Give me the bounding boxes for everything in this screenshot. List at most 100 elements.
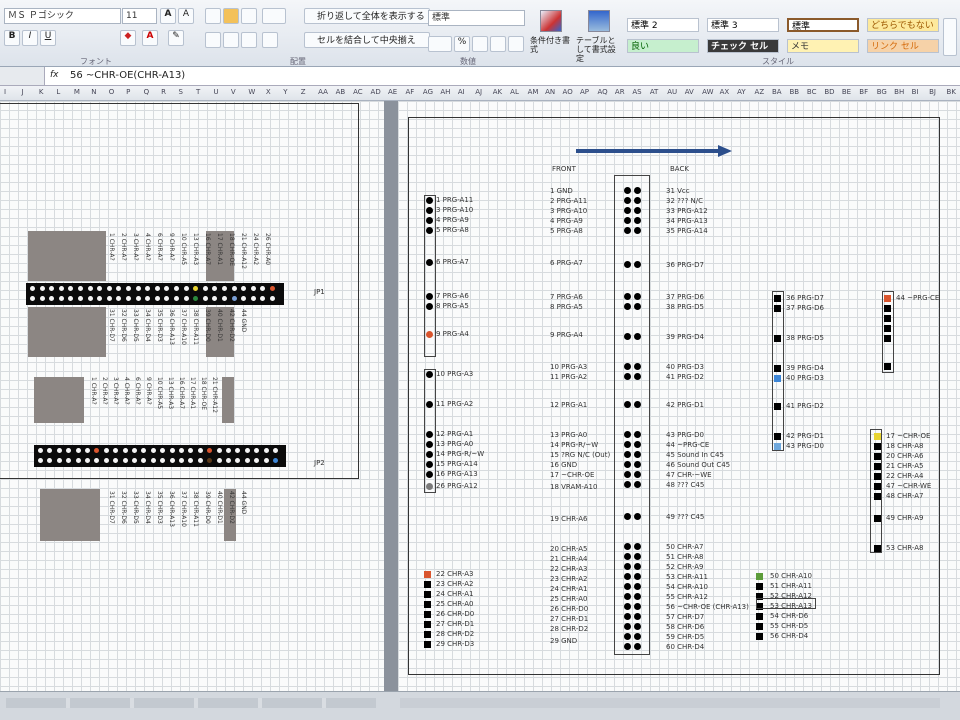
column-header[interactable]: O xyxy=(109,88,115,96)
column-header[interactable]: BH xyxy=(894,88,904,96)
styles-more-icon[interactable] xyxy=(943,18,957,56)
format-painter-icon[interactable]: ✎ xyxy=(168,30,184,46)
column-header[interactable]: K xyxy=(39,88,44,96)
column-header[interactable]: BK xyxy=(947,88,956,96)
name-box[interactable] xyxy=(0,67,45,85)
column-header[interactable]: AN xyxy=(545,88,555,96)
decrease-decimal-icon[interactable] xyxy=(508,36,524,52)
font-name-combo[interactable]: ＭＳ Ｐゴシック xyxy=(4,8,121,24)
align-center-icon[interactable] xyxy=(223,32,239,48)
column-header[interactable]: AC xyxy=(353,88,363,96)
column-header[interactable]: V xyxy=(231,88,236,96)
column-header[interactable]: BC xyxy=(807,88,817,96)
column-header[interactable]: AR xyxy=(615,88,625,96)
column-header[interactable]: BJ xyxy=(929,88,936,96)
column-header[interactable]: Q xyxy=(144,88,150,96)
column-header[interactable]: Z xyxy=(301,88,306,96)
underline-icon[interactable]: U xyxy=(40,30,56,46)
style-neutral[interactable]: どちらでもない xyxy=(867,18,939,32)
column-header[interactable]: P xyxy=(126,88,130,96)
style-normal3[interactable]: 標準 3 xyxy=(707,18,779,32)
align-left-icon[interactable] xyxy=(205,32,221,48)
style-normal2[interactable]: 標準 2 xyxy=(627,18,699,32)
column-header[interactable]: AF xyxy=(405,88,414,96)
column-header[interactable]: AM xyxy=(528,88,539,96)
column-header[interactable]: BI xyxy=(912,88,919,96)
indent-icon[interactable] xyxy=(262,32,278,48)
fill-color-icon[interactable]: ◆ xyxy=(120,30,136,46)
column-header[interactable]: AK xyxy=(493,88,502,96)
cond-format-label[interactable]: 条件付き書式 xyxy=(530,36,574,54)
column-header[interactable]: BA xyxy=(772,88,782,96)
orientation-icon[interactable] xyxy=(262,8,286,24)
column-header[interactable]: M xyxy=(74,88,80,96)
column-header[interactable]: AZ xyxy=(755,88,765,96)
percent-icon[interactable]: % xyxy=(454,36,470,52)
column-header[interactable]: AB xyxy=(336,88,346,96)
number-format-combo[interactable]: 標準 xyxy=(428,10,525,26)
currency-icon[interactable] xyxy=(428,36,452,52)
column-header[interactable]: AS xyxy=(632,88,641,96)
column-header[interactable]: X xyxy=(266,88,271,96)
wrap-text-button[interactable]: 折り返して全体を表示する xyxy=(304,8,430,24)
style-good[interactable]: 良い xyxy=(627,39,699,53)
column-header[interactable]: AQ xyxy=(597,88,607,96)
column-header[interactable]: L xyxy=(56,88,60,96)
column-header[interactable]: S xyxy=(179,88,183,96)
italic-icon[interactable]: I xyxy=(22,30,38,46)
column-header[interactable]: BB xyxy=(789,88,799,96)
column-header[interactable]: BF xyxy=(859,88,868,96)
column-header[interactable]: AJ xyxy=(475,88,482,96)
align-top-icon[interactable] xyxy=(205,8,221,24)
right-sheet-pane[interactable]: FRONT BACK 1 PRG-A11 3 PRG-A10 4 PRG-A9 5 P… xyxy=(398,101,960,691)
column-header[interactable]: T xyxy=(196,88,200,96)
style-memo[interactable]: メモ xyxy=(787,39,859,53)
style-check-cell[interactable]: チェック セル xyxy=(707,39,779,53)
column-header[interactable]: R xyxy=(161,88,166,96)
column-header[interactable]: AA xyxy=(318,88,328,96)
column-header[interactable]: AL xyxy=(510,88,519,96)
fx-icon[interactable]: fx xyxy=(50,70,59,80)
merge-center-button[interactable]: セルを結合して中央揃え xyxy=(304,32,430,48)
table-format-icon[interactable] xyxy=(588,10,610,32)
comma-icon[interactable] xyxy=(472,36,488,52)
column-header[interactable]: AV xyxy=(685,88,694,96)
column-header[interactable]: AW xyxy=(702,88,713,96)
column-header[interactable]: AP xyxy=(580,88,589,96)
column-header[interactable]: AO xyxy=(563,88,573,96)
column-header[interactable]: AH xyxy=(440,88,450,96)
column-header[interactable]: AD xyxy=(371,88,381,96)
column-header[interactable]: I xyxy=(4,88,6,96)
column-header[interactable]: BE xyxy=(842,88,851,96)
align-right-icon[interactable] xyxy=(241,32,257,48)
column-header[interactable]: J xyxy=(21,88,23,96)
pane-splitter[interactable] xyxy=(384,101,398,691)
cond-format-icon[interactable] xyxy=(540,10,562,32)
left-sheet-pane[interactable]: JP1 JP2 1 CHR-A? 2 CHR-A? 3 CHR-A? 4 CHR-A?… xyxy=(0,101,384,691)
column-header[interactable]: U xyxy=(213,88,218,96)
grow-font-icon[interactable]: A xyxy=(160,8,176,24)
column-header[interactable]: AY xyxy=(737,88,746,96)
bold-icon[interactable]: B xyxy=(4,30,20,46)
column-header[interactable]: AX xyxy=(720,88,730,96)
column-header[interactable]: AG xyxy=(423,88,433,96)
column-header[interactable]: AI xyxy=(458,88,465,96)
table-format-label[interactable]: テーブルとして書式設定 xyxy=(576,36,622,63)
shrink-font-icon[interactable]: A xyxy=(178,8,194,24)
column-header[interactable]: BG xyxy=(877,88,887,96)
font-size-combo[interactable]: 11 xyxy=(122,8,157,24)
style-link-cell[interactable]: リンク セル xyxy=(867,39,939,53)
style-normal[interactable]: 標準 xyxy=(787,18,859,32)
column-header[interactable]: AU xyxy=(667,88,677,96)
column-header[interactable]: W xyxy=(248,88,255,96)
align-bottom-icon[interactable] xyxy=(241,8,257,24)
font-color-icon[interactable]: A xyxy=(142,30,158,46)
horizontal-scrollbar[interactable] xyxy=(400,698,940,708)
formula-input[interactable]: 56 ~CHR-OE(CHR-A13) xyxy=(70,70,185,81)
column-header[interactable]: AE xyxy=(388,88,397,96)
sheet-tabs[interactable] xyxy=(6,698,376,708)
column-header[interactable]: Y xyxy=(283,88,287,96)
column-header[interactable]: AT xyxy=(650,88,659,96)
increase-decimal-icon[interactable] xyxy=(490,36,506,52)
column-header[interactable]: N xyxy=(91,88,96,96)
